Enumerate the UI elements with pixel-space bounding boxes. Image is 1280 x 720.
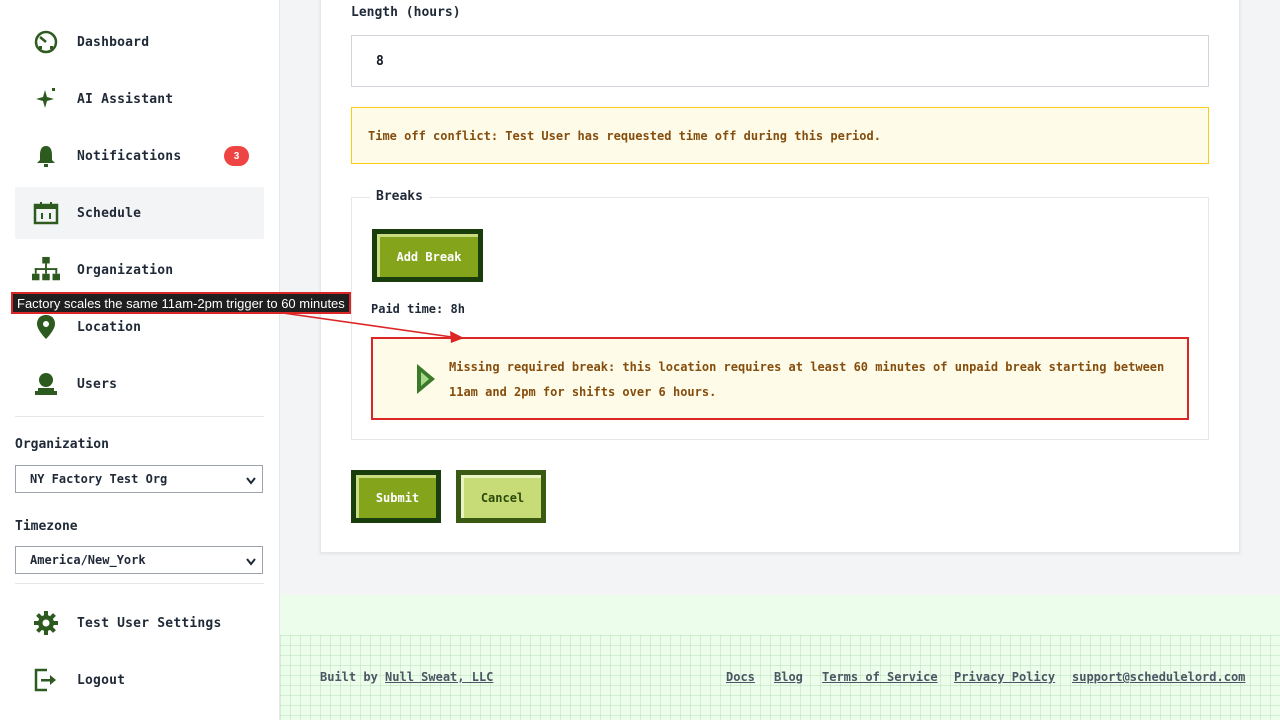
chevron-down-icon — [246, 555, 256, 569]
length-label: Length (hours) — [351, 5, 461, 20]
sidebar-item-schedule[interactable]: Schedule — [15, 187, 264, 239]
sidebar-item-label: Test User Settings — [77, 615, 222, 631]
company-link[interactable]: Null Sweat, LLC — [385, 670, 493, 684]
notification-count-badge: 3 — [224, 146, 249, 166]
add-break-button[interactable]: Add Break — [372, 229, 483, 282]
location-pin-icon — [32, 313, 60, 341]
footer-top-band — [280, 595, 1280, 635]
organization-select-value: NY Factory Test Org — [30, 472, 168, 486]
logout-icon — [32, 666, 60, 694]
breaks-legend: Breaks — [370, 189, 429, 204]
add-break-label: Add Break — [377, 234, 478, 277]
calendar-icon — [32, 199, 60, 227]
conflict-text: Time off conflict: Test User has request… — [368, 128, 881, 143]
sidebar-item-label: Users — [77, 376, 118, 392]
gear-icon — [32, 609, 60, 637]
chevron-down-icon — [246, 474, 256, 488]
organization-label: Organization — [15, 437, 109, 452]
user-icon — [32, 370, 60, 398]
warning-play-icon — [415, 363, 437, 399]
sidebar-item-label: Schedule — [77, 205, 142, 221]
sidebar-item-label: AI Assistant — [77, 91, 174, 107]
bell-icon — [32, 142, 60, 170]
sidebar-item-logout[interactable]: Logout — [15, 654, 264, 706]
built-by-text: Built by — [320, 670, 378, 684]
timezone-label: Timezone — [15, 519, 78, 534]
sidebar-item-label: Logout — [77, 672, 126, 688]
cancel-button[interactable]: Cancel — [456, 470, 546, 523]
length-input[interactable]: 8 — [351, 35, 1209, 87]
length-input-value: 8 — [376, 53, 384, 69]
organization-select[interactable]: NY Factory Test Org — [15, 465, 263, 493]
docs-link[interactable]: Docs — [726, 670, 755, 684]
time-off-conflict-alert: Time off conflict: Test User has request… — [351, 107, 1209, 164]
sidebar-divider — [15, 416, 264, 417]
sidebar-item-label: Dashboard — [77, 34, 150, 50]
dashboard-icon — [32, 28, 60, 56]
terms-link[interactable]: Terms of Service — [822, 670, 938, 684]
blog-link[interactable]: Blog — [774, 670, 803, 684]
footer — [280, 595, 1280, 720]
annotation-label: Factory scales the same 11am-2pm trigger… — [11, 292, 351, 314]
cancel-label: Cancel — [461, 475, 541, 518]
sidebar-item-settings[interactable]: Test User Settings — [15, 597, 264, 649]
timezone-select-value: America/New_York — [30, 553, 146, 567]
org-chart-icon — [32, 256, 60, 284]
built-by: Built by Null Sweat, LLC — [320, 670, 493, 684]
sidebar-item-users[interactable]: Users — [15, 358, 264, 410]
submit-label: Submit — [356, 475, 436, 518]
sidebar-item-notifications[interactable]: Notifications 3 — [15, 130, 264, 182]
privacy-link[interactable]: Privacy Policy — [954, 670, 1055, 684]
sidebar-item-organization[interactable]: Organization — [15, 244, 264, 296]
missing-break-warning: Missing required break: this location re… — [371, 337, 1189, 420]
sidebar-item-label: Organization — [77, 262, 174, 278]
sidebar-item-label: Location — [77, 319, 142, 335]
timezone-select[interactable]: America/New_York — [15, 546, 263, 574]
sparkle-icon — [32, 85, 60, 113]
sidebar: Dashboard AI Assistant Notifications 3 S… — [0, 0, 280, 720]
support-email-link[interactable]: support@schedulelord.com — [1072, 670, 1245, 684]
paid-time: Paid time: 8h — [371, 302, 465, 316]
sidebar-item-ai-assistant[interactable]: AI Assistant — [15, 73, 264, 125]
sidebar-divider — [15, 583, 264, 584]
sidebar-item-dashboard[interactable]: Dashboard — [15, 16, 264, 68]
submit-button[interactable]: Submit — [351, 470, 441, 523]
warning-text: Missing required break: this location re… — [449, 360, 1165, 399]
sidebar-item-label: Notifications — [77, 148, 182, 164]
